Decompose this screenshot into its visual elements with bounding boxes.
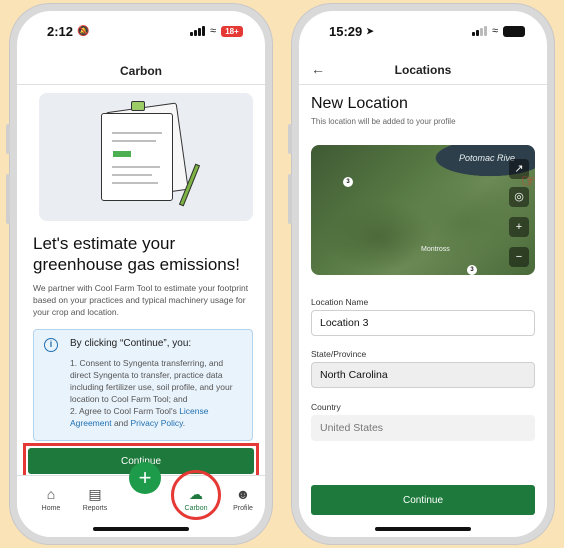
side-button <box>6 124 10 154</box>
carbon-screen: 2:12 🔕 ≈ 18+ Carbon Let's estimate your … <box>17 11 265 537</box>
status-icons: ≈ <box>471 25 525 37</box>
profile-icon: ☻ <box>235 486 251 502</box>
document-highlight <box>113 151 131 157</box>
tab-profile-label: Profile <box>233 505 253 512</box>
consent-item-2: 2. Agree to Cool Farm Tool's License Agr… <box>70 405 242 429</box>
and-text: and <box>111 418 131 428</box>
location-map[interactable]: Potomac Rive Montross 3 3 ↗ ◎ + − ☞ <box>311 145 535 275</box>
continue-container: Continue <box>311 485 535 515</box>
headline: Let's estimate your greenhouse gas emiss… <box>33 234 240 274</box>
new-location-subtitle: This location will be added to your prof… <box>311 117 456 126</box>
status-time-group: 15:29 ➤ <box>329 24 374 39</box>
pointer-hand-icon: ☞ <box>520 171 535 191</box>
consent-item-2-text: 2. Agree to Cool Farm Tool's <box>70 406 180 416</box>
consent-item-1: 1. Consent to Syngenta transferring, and… <box>70 358 233 404</box>
home-indicator <box>93 527 189 531</box>
header-bar: ← Locations <box>299 55 547 85</box>
battery-icon <box>503 25 525 37</box>
info-icon: i <box>44 338 58 352</box>
right-phone: 15:29 ➤ ≈ ← Locations New Location This … <box>288 4 554 544</box>
page-title: Locations <box>394 63 452 77</box>
road-marker: 3 <box>467 265 477 275</box>
privacy-policy-link[interactable]: Privacy Policy <box>131 418 183 428</box>
status-time-group: 2:12 🔕 <box>47 24 89 39</box>
wifi-icon: ≈ <box>491 25 498 37</box>
battery-icon: 18+ <box>221 25 243 37</box>
tab-reports[interactable]: ▤ Reports <box>75 486 115 512</box>
consent-info-box: i By clicking “Continue”, you: 1. Consen… <box>33 329 253 441</box>
clipboard-illustration <box>39 93 253 221</box>
tab-carbon[interactable]: ☁ Carbon <box>176 486 216 512</box>
clipboard-document <box>101 113 173 201</box>
info-title: By clicking “Continue”, you: <box>70 338 192 349</box>
bell-off-icon: 🔕 <box>77 25 90 37</box>
location-arrow-icon: ➤ <box>366 25 374 36</box>
cloud-icon: ☁ <box>189 486 203 502</box>
status-icons: ≈ 18+ <box>189 25 243 37</box>
side-button <box>6 174 10 224</box>
status-time: 2:12 <box>47 23 74 39</box>
country-label: Country <box>311 402 341 412</box>
road-marker: 3 <box>343 177 353 187</box>
side-button <box>288 174 292 224</box>
back-arrow-icon[interactable]: ← <box>311 61 325 77</box>
tab-reports-label: Reports <box>82 505 108 512</box>
wifi-icon: ≈ <box>209 25 216 37</box>
country-field: United States <box>311 415 535 441</box>
reports-icon: ▤ <box>88 486 102 502</box>
continue-button[interactable]: Continue <box>311 485 535 515</box>
tab-home-label: Home <box>41 505 61 512</box>
description-text: We partner with Cool Farm Tool to estima… <box>33 283 249 317</box>
side-button <box>288 124 292 154</box>
left-phone: 2:12 🔕 ≈ 18+ Carbon Let's estimate your … <box>6 4 272 544</box>
new-location-title: New Location <box>311 95 408 112</box>
status-bar: 2:12 🔕 ≈ 18+ <box>17 11 265 51</box>
page-title: Carbon <box>17 57 265 85</box>
home-icon: ⌂ <box>46 486 56 502</box>
tab-carbon-label: Carbon <box>184 505 208 512</box>
location-name-label: Location Name <box>311 297 369 307</box>
info-body: 1. Consent to Syngenta transferring, and… <box>70 357 242 429</box>
add-button[interactable]: + <box>129 462 161 494</box>
map-river-label: Potomac Rive <box>458 153 515 163</box>
period-text: . <box>182 418 186 428</box>
tab-profile[interactable]: ☻ Profile <box>223 486 263 512</box>
locations-screen: 15:29 ➤ ≈ ← Locations New Location This … <box>299 11 547 537</box>
zoom-out-icon[interactable]: − <box>509 247 529 267</box>
home-indicator <box>375 527 471 531</box>
tab-home[interactable]: ⌂ Home <box>31 486 71 512</box>
clip-icon <box>131 101 145 111</box>
signal-icon <box>189 26 205 36</box>
status-bar: 15:29 ➤ ≈ <box>299 11 547 51</box>
state-select[interactable]: North Carolina <box>311 362 535 388</box>
state-label: State/Province <box>311 349 367 359</box>
map-town-label: Montross <box>421 246 450 253</box>
zoom-in-icon[interactable]: + <box>509 217 529 237</box>
status-time: 15:29 <box>329 23 363 39</box>
location-name-input[interactable]: Location 3 <box>311 310 535 336</box>
bottom-tab-bar: ⌂ Home ▤ Reports + ☁ Carbon ☻ Profile <box>17 462 265 537</box>
signal-icon <box>471 26 487 36</box>
